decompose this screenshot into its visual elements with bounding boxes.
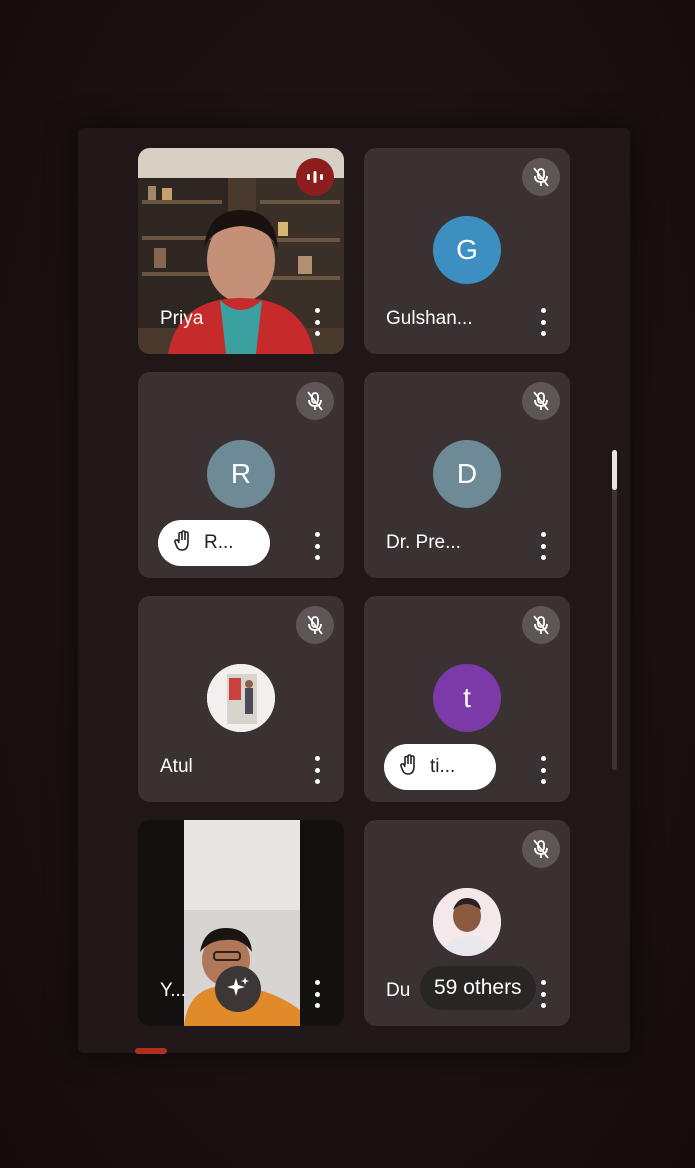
participant-name: ti... <box>430 756 456 777</box>
participant-tile-gulshan[interactable]: G Gulshan... <box>364 148 570 354</box>
participant-name: Priya <box>160 308 204 329</box>
more-options-icon[interactable] <box>538 308 548 336</box>
avatar-initial: R <box>230 458 252 489</box>
others-count-chip[interactable]: 59 others <box>420 966 536 1010</box>
participant-name: Atul <box>160 756 193 777</box>
more-options-icon[interactable] <box>538 756 548 784</box>
more-options-icon[interactable] <box>312 756 322 784</box>
mic-off-icon <box>522 158 560 196</box>
meeting-participant-grid: Priya G Gulshan... R R... D Dr. Pre... A… <box>78 128 630 1053</box>
avatar: D <box>433 440 501 508</box>
raised-hand-chip[interactable]: ti... <box>384 744 496 790</box>
sparkle-icon <box>226 975 250 1004</box>
avatar-initial: t <box>463 682 471 713</box>
participant-tile-ti[interactable]: t ti... <box>364 596 570 802</box>
participant-tile-atul[interactable]: Atul <box>138 596 344 802</box>
participant-name: Du <box>386 980 411 1001</box>
avatar-initial: D <box>456 458 478 489</box>
avatar-initial: G <box>456 234 478 265</box>
profile-photo <box>207 664 275 732</box>
mic-off-icon <box>522 606 560 644</box>
raised-hand-chip[interactable]: R... <box>158 520 270 566</box>
more-options-icon[interactable] <box>312 532 322 560</box>
device-edge-accent <box>135 1048 167 1054</box>
profile-photo <box>433 888 501 956</box>
speaking-indicator-icon <box>296 158 334 196</box>
participant-name: R... <box>204 532 234 553</box>
raised-hand-icon <box>174 529 192 557</box>
participant-tile-priya[interactable]: Priya <box>138 148 344 354</box>
more-options-icon[interactable] <box>312 980 322 1008</box>
mic-off-icon <box>522 830 560 868</box>
avatar: R <box>207 440 275 508</box>
mic-off-icon <box>296 606 334 644</box>
others-count-label: 59 others <box>434 976 522 999</box>
more-options-icon[interactable] <box>312 308 322 336</box>
more-options-icon[interactable] <box>538 980 548 1008</box>
avatar: G <box>433 216 501 284</box>
avatar: t <box>433 664 501 732</box>
scrollbar-thumb[interactable] <box>612 450 617 490</box>
participant-tile-r[interactable]: R R... <box>138 372 344 578</box>
scrollbar-track[interactable] <box>612 450 617 770</box>
raised-hand-icon <box>400 753 418 781</box>
effects-sparkle-button[interactable] <box>215 966 261 1012</box>
participant-name: Y... <box>160 980 187 1001</box>
mic-off-icon <box>296 382 334 420</box>
participant-tile-dr-pre[interactable]: D Dr. Pre... <box>364 372 570 578</box>
participant-name: Dr. Pre... <box>386 532 461 553</box>
participant-name: Gulshan... <box>386 308 473 329</box>
more-options-icon[interactable] <box>538 532 548 560</box>
mic-off-icon <box>522 382 560 420</box>
